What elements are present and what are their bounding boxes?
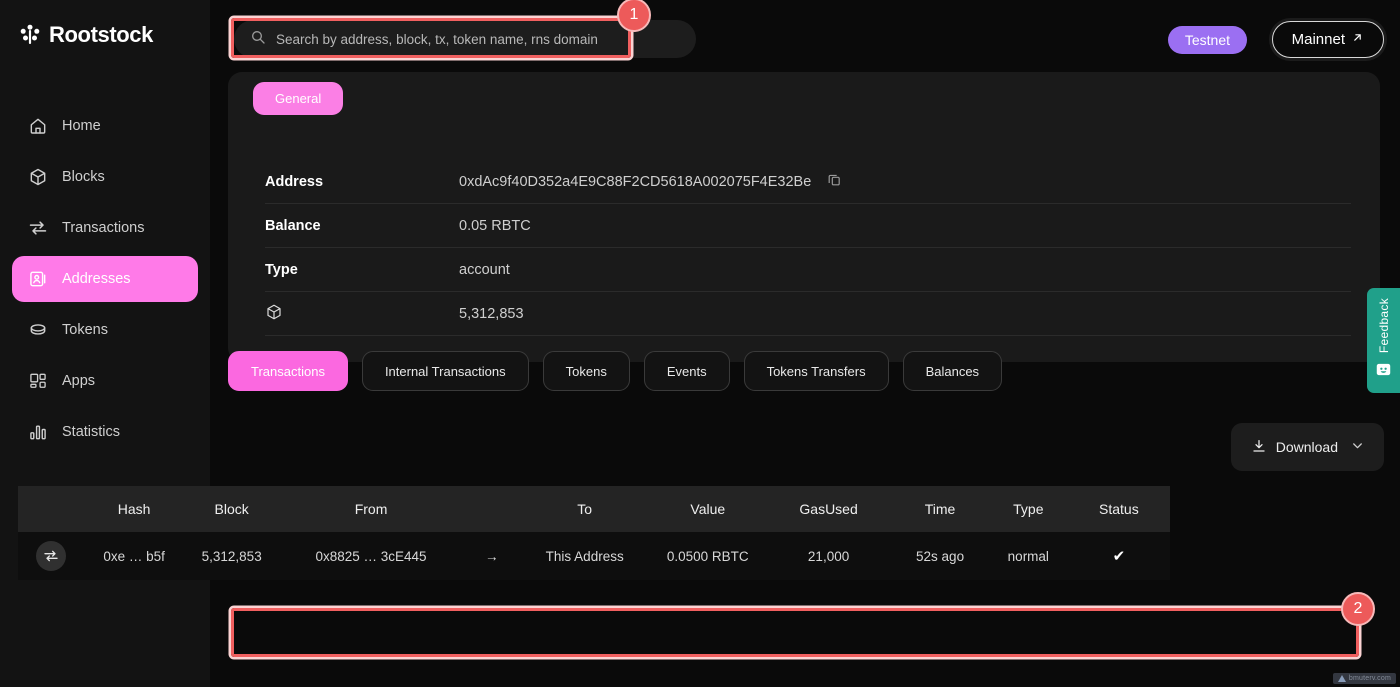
row-type-value: account — [459, 261, 510, 278]
row-block: 5,312,853 — [265, 292, 1351, 336]
row-address-value-wrap: 0xdAc9f40D352a4E9C88F2CD5618A002075F4E32… — [459, 172, 842, 191]
feedback-label: Feedback — [1376, 298, 1391, 354]
apps-grid-icon — [28, 371, 48, 391]
sidebar-item-label: Blocks — [62, 169, 105, 185]
row-balance-value: 0.05 RBTC — [459, 217, 531, 234]
table-row[interactable]: 0xe … b5f 5,312,853 0x8825 … 3cE445 → Th… — [18, 532, 1170, 580]
row-balance-key: Balance — [265, 217, 321, 234]
search-icon — [250, 29, 266, 50]
row-address-key: Address — [265, 173, 324, 190]
tab-tokens[interactable]: Tokens — [542, 351, 630, 391]
copy-icon[interactable] — [827, 172, 842, 191]
chevron-down-icon — [1347, 439, 1364, 455]
sidebar-item-transactions[interactable]: Transactions — [12, 205, 198, 251]
sidebar-item-label: Apps — [62, 373, 96, 389]
network-testnet-button[interactable]: Testnet — [1167, 26, 1247, 54]
table-header-value: Value — [690, 501, 726, 517]
transactions-table: Hash Block From To Value GasUsed Time Ty… — [18, 486, 1170, 580]
tab-events[interactable]: Events — [643, 351, 730, 391]
sidebar-nav: Home Blocks Transactions Addresses Token… — [12, 103, 198, 460]
cell-to: This Address — [545, 548, 624, 564]
row-block-value: 5,312,853 — [459, 305, 524, 322]
brand-logo[interactable]: Rootstock — [18, 22, 153, 48]
table-header-status: Status — [1099, 501, 1139, 517]
row-type: Type account — [265, 248, 1351, 292]
tab-transactions[interactable]: Transactions — [228, 351, 348, 391]
sidebar-item-addresses[interactable]: Addresses — [12, 256, 198, 302]
table-header-time: Time — [924, 501, 956, 517]
row-block-key — [265, 303, 459, 325]
sidebar-item-tokens[interactable]: Tokens — [12, 307, 198, 353]
download-label: Download — [1275, 439, 1338, 455]
bar-chart-icon — [28, 422, 48, 442]
sidebar-item-label: Statistics — [62, 424, 121, 440]
table-header-type: Type — [1013, 501, 1044, 517]
cube-icon — [265, 304, 283, 325]
sidebar-item-statistics[interactable]: Statistics — [12, 409, 198, 455]
transfer-arrows-icon — [28, 218, 48, 238]
watermark-icon — [1337, 675, 1346, 682]
coin-stack-icon — [28, 320, 48, 340]
cell-block[interactable]: 5,312,853 — [185, 549, 278, 564]
general-info-card: General Address 0xdAc9f40D352a4E9C88F2CD… — [228, 72, 1380, 362]
search-bar[interactable] — [234, 20, 696, 58]
external-link-arrow-icon — [1351, 31, 1364, 48]
network-mainnet-button[interactable]: Mainnet — [1271, 21, 1384, 58]
transfer-arrows-icon — [35, 541, 66, 571]
cell-time: 52s ago — [916, 548, 965, 564]
rootstock-logo-icon — [18, 23, 42, 47]
network-mainnet-label: Mainnet — [1291, 31, 1345, 48]
cell-from[interactable]: 0x8825 … 3cE445 — [278, 549, 464, 564]
general-tab[interactable]: General — [253, 82, 344, 115]
feedback-tab[interactable]: Feedback — [1367, 288, 1400, 393]
download-button[interactable]: Download — [1230, 423, 1384, 471]
sidebar-item-blocks[interactable]: Blocks — [12, 154, 198, 200]
content-tabs: Transactions Internal Transactions Token… — [228, 351, 1003, 391]
tab-balances[interactable]: Balances — [902, 351, 1003, 391]
search-input[interactable] — [276, 31, 680, 47]
sidebar-item-label: Transactions — [62, 220, 145, 236]
check-icon: ✔ — [1112, 548, 1126, 565]
smiley-face-icon — [1375, 361, 1392, 390]
topbar: Testnet Mainnet — [210, 0, 1400, 72]
app-root: Rootstock Home Blocks Transactions Addre… — [0, 0, 1400, 687]
download-icon — [1251, 438, 1267, 457]
tab-tokens-transfers[interactable]: Tokens Transfers — [743, 351, 889, 391]
sidebar-item-label: Addresses — [62, 271, 131, 287]
brand-name: Rootstock — [49, 22, 153, 47]
row-type-key: Type — [265, 261, 298, 278]
sidebar: Rootstock Home Blocks Transactions Addre… — [0, 0, 210, 687]
sidebar-item-label: Tokens — [62, 322, 108, 338]
row-address: Address 0xdAc9f40D352a4E9C88F2CD5618A002… — [265, 160, 1351, 204]
row-balance: Balance 0.05 RBTC — [265, 204, 1351, 248]
row-swap-badge — [18, 541, 83, 571]
cube-icon — [28, 167, 48, 187]
table-header-from: From — [354, 501, 388, 517]
cell-gasused: 21,000 — [807, 548, 850, 564]
table-header-block: Block — [214, 501, 249, 517]
home-icon — [28, 116, 48, 136]
watermark-text: bmuterv.com — [1348, 675, 1391, 682]
address-value: 0xdAc9f40D352a4E9C88F2CD5618A002075F4E32… — [459, 173, 812, 190]
cell-hash[interactable]: 0xe … b5f — [83, 549, 185, 564]
table-header-gasused: GasUsed — [799, 501, 858, 517]
table-header-to: To — [577, 501, 593, 517]
sidebar-item-home[interactable]: Home — [12, 103, 198, 149]
sidebar-item-apps[interactable]: Apps — [12, 358, 198, 404]
table-header-row: Hash Block From To Value GasUsed Time Ty… — [18, 486, 1170, 532]
cell-value: 0.0500 RBTC — [666, 548, 749, 564]
tab-internal-transactions[interactable]: Internal Transactions — [361, 351, 529, 391]
sidebar-item-label: Home — [62, 118, 101, 134]
cell-type: normal — [1007, 548, 1049, 564]
table-header-hash: Hash — [117, 501, 151, 517]
direction-arrow-icon: → — [485, 548, 499, 564]
watermark-badge: bmuterv.com — [1332, 673, 1396, 684]
address-card-icon — [28, 269, 48, 289]
